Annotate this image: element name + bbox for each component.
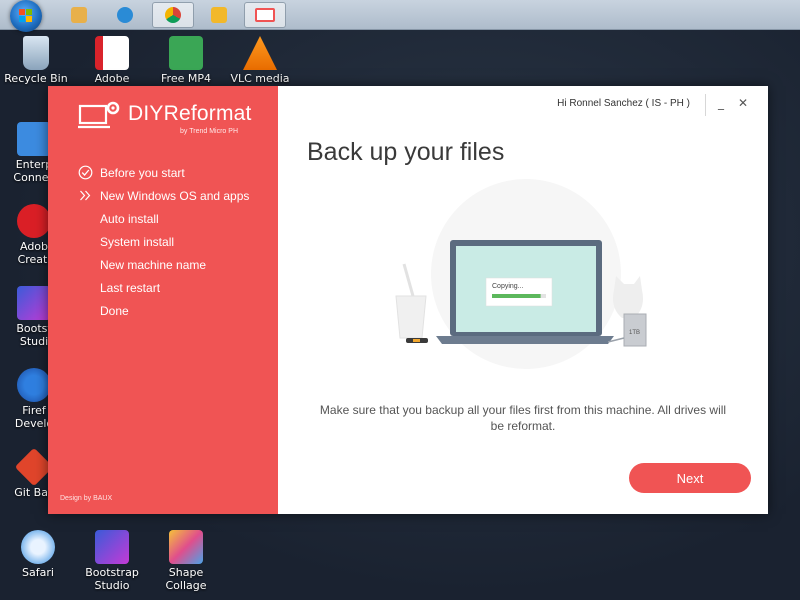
minimize-button[interactable]: _ bbox=[712, 94, 730, 112]
adobe-icon bbox=[95, 36, 129, 70]
desktop-icon-bootstrap-studio-2[interactable]: Bootstrap Studio bbox=[80, 530, 144, 592]
windows-logo-icon bbox=[19, 9, 33, 23]
enterprise-connect-icon bbox=[17, 122, 51, 156]
taskbar bbox=[0, 0, 800, 32]
desktop-icon-vlc[interactable]: VLC media bbox=[228, 36, 292, 85]
vlc-icon bbox=[243, 36, 277, 70]
taskbar-folder[interactable] bbox=[58, 2, 100, 28]
user-greeting: Hi Ronnel Sanchez ( IS - PH ) bbox=[557, 98, 690, 109]
copying-label: Copying... bbox=[492, 283, 524, 290]
diyreformat-icon bbox=[255, 8, 275, 22]
bootstrap-studio-icon bbox=[17, 286, 51, 320]
taskbar-chrome[interactable] bbox=[152, 2, 194, 28]
step-label: Done bbox=[100, 304, 129, 318]
desktop-icon-shape-collage[interactable]: Shape Collage bbox=[154, 530, 218, 592]
main-content: Hi Ronnel Sanchez ( IS - PH ) _ ✕ Back u… bbox=[278, 86, 768, 514]
desktop-icon-label: Bootst Studi bbox=[16, 322, 52, 348]
step-last-restart: Last restart bbox=[78, 279, 278, 302]
step-label: New Windows OS and apps bbox=[100, 189, 250, 203]
adobe-creative-icon bbox=[17, 204, 51, 238]
taskbar-internet-explorer[interactable] bbox=[104, 2, 146, 28]
double-chevron-icon bbox=[80, 190, 91, 201]
backup-illustration: Copying... 1TB bbox=[378, 178, 678, 378]
step-new-windows-os: New Windows OS and apps bbox=[78, 187, 278, 210]
step-label: Before you start bbox=[100, 166, 185, 180]
bootstrap-studio-icon bbox=[95, 530, 129, 564]
start-button[interactable] bbox=[10, 0, 42, 32]
step-system-install: System install bbox=[78, 233, 278, 256]
notes-icon bbox=[211, 7, 227, 23]
step-label: Last restart bbox=[100, 281, 161, 295]
step-new-machine-name: New machine name bbox=[78, 256, 278, 279]
step-label: Auto install bbox=[100, 212, 159, 226]
titlebar-divider bbox=[705, 94, 706, 116]
folder-icon bbox=[71, 7, 87, 23]
monitor-gear-icon bbox=[78, 101, 120, 129]
app-subtitle: by Trend Micro PH bbox=[180, 128, 238, 135]
diyreformat-window: DIYReformat by Trend Micro PH Before you… bbox=[48, 86, 768, 514]
desktop-icon-safari[interactable]: Safari bbox=[6, 530, 70, 579]
drive-label: 1TB bbox=[629, 330, 640, 336]
firefox-developer-icon bbox=[17, 368, 51, 402]
copy-progress-bar bbox=[492, 294, 541, 298]
desktop-icon-label: Shape Collage bbox=[165, 566, 207, 592]
backup-description: Make sure that you backup all your files… bbox=[319, 403, 727, 433]
desktop-icon-label: VLC media bbox=[230, 72, 290, 85]
desktop-icon-adobe[interactable]: Adobe bbox=[80, 36, 144, 85]
taskbar-diyreformat[interactable] bbox=[244, 2, 286, 28]
step-done: Done bbox=[78, 302, 278, 325]
app-title: DIYReformat bbox=[128, 102, 252, 125]
designed-by-credit: Design by BAUX bbox=[60, 495, 113, 502]
recycle-bin-icon bbox=[23, 36, 49, 70]
page-title: Back up your files bbox=[307, 138, 505, 166]
desktop-icon-label: Adobe bbox=[94, 72, 130, 85]
chrome-icon bbox=[165, 7, 181, 23]
steps-list: Before you start New Windows OS and apps… bbox=[78, 164, 278, 325]
next-button[interactable]: Next bbox=[629, 463, 751, 493]
close-button[interactable]: ✕ bbox=[734, 94, 752, 112]
desktop-icon-free-mp4[interactable]: Free MP4 bbox=[154, 36, 218, 85]
safari-icon bbox=[21, 530, 55, 564]
desktop-icon-label: Bootstrap Studio bbox=[85, 566, 139, 592]
step-auto-install: Auto install bbox=[78, 210, 278, 233]
step-label: System install bbox=[100, 235, 175, 249]
check-circle-icon bbox=[78, 165, 93, 180]
desktop-icon-label: Adob Creati bbox=[17, 240, 51, 266]
desktop-icon-label: Recycle Bin bbox=[4, 72, 68, 85]
internet-explorer-icon bbox=[117, 7, 133, 23]
shape-collage-icon bbox=[169, 530, 203, 564]
app-logo: DIYReformat by Trend Micro PH bbox=[78, 100, 258, 140]
desktop-icon-recycle-bin[interactable]: Recycle Bin bbox=[4, 36, 68, 85]
desktop-icon-label: Free MP4 bbox=[161, 72, 211, 85]
step-before-you-start: Before you start bbox=[78, 164, 278, 187]
step-label: New machine name bbox=[100, 258, 207, 272]
desktop-icon-label: Safari bbox=[22, 566, 54, 579]
cup-icon bbox=[395, 263, 427, 339]
laptop-copying-illustration: Copying... 1TB bbox=[395, 179, 647, 369]
sidebar: DIYReformat by Trend Micro PH Before you… bbox=[48, 86, 278, 514]
free-mp4-icon bbox=[169, 36, 203, 70]
taskbar-notes[interactable] bbox=[198, 2, 240, 28]
